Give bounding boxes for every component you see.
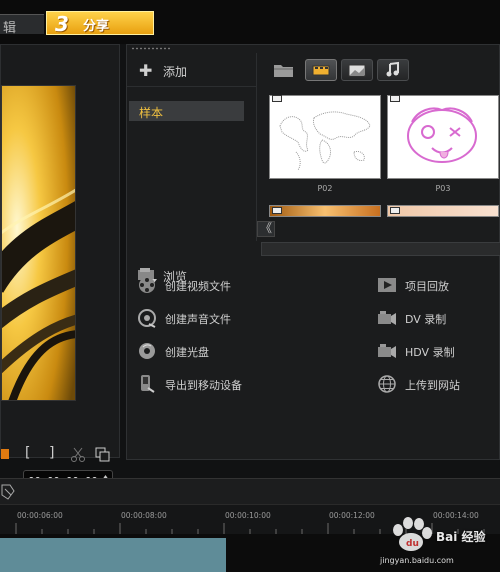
svg-text:du: du	[406, 539, 419, 549]
timeline-toolbar	[0, 478, 500, 504]
copy-icon[interactable]	[95, 447, 111, 463]
folder-icon[interactable]	[273, 61, 295, 79]
ruler-tick-label: 00:00:08:00	[121, 511, 167, 520]
scissors-icon[interactable]	[71, 447, 85, 463]
thumbnail-p02[interactable]	[269, 95, 381, 179]
add-label: 添加	[163, 65, 188, 79]
paw-logo-icon: du	[393, 517, 432, 551]
video-filter-button[interactable]	[305, 59, 337, 81]
film-badge-icon	[390, 95, 400, 102]
collapse-panel-button[interactable]: 《	[257, 221, 275, 237]
library-toolbar	[269, 57, 499, 83]
library-folder-list: ✚ 添加 样本 浏览	[127, 53, 257, 284]
play-marker-icon[interactable]	[1, 449, 9, 459]
hdv-camera-icon	[378, 344, 396, 358]
image-icon	[348, 64, 366, 77]
film-reel-icon	[139, 277, 155, 293]
thumbnail-partial[interactable]	[269, 205, 381, 217]
world-map-image	[279, 111, 371, 171]
action-label: HDV 录制	[405, 346, 455, 359]
film-badge-icon	[390, 207, 400, 214]
ruler-tick-label: 00:00:12:00	[329, 511, 375, 520]
mark-out-button[interactable]: ]	[49, 445, 54, 461]
dv-camera-icon	[378, 311, 396, 325]
tab-share-label: 分享	[83, 19, 110, 34]
audio-file-icon	[138, 309, 156, 328]
thumbnail-label: P02	[317, 184, 333, 193]
add-folder-button[interactable]: ✚ 添加	[127, 53, 257, 87]
timeline-clip[interactable]	[0, 538, 226, 572]
watermark-text: Bai 经验	[436, 530, 486, 544]
image-filter-button[interactable]	[341, 59, 373, 81]
action-label: 创建视频文件	[165, 280, 231, 293]
timeline-tool-icon[interactable]	[0, 483, 16, 501]
step-number: 3	[55, 12, 69, 36]
panel-grip[interactable]	[131, 47, 171, 50]
thumbnail-partial[interactable]	[387, 205, 499, 217]
audio-filter-button[interactable]	[377, 59, 409, 81]
folder-item-samples[interactable]: 样本	[129, 101, 244, 121]
folder-item-label: 样本	[139, 106, 164, 120]
tab-edit-label: 辑	[3, 21, 17, 36]
tab-edit[interactable]: 辑	[0, 14, 44, 36]
watermark-url: jingyan.baidu.com	[380, 556, 454, 565]
panel-divider[interactable]	[261, 242, 500, 256]
tab-share[interactable]: 3 分享	[46, 11, 154, 36]
cartoon-face-image	[407, 107, 477, 163]
video-filmstrip-icon	[312, 65, 330, 76]
music-note-icon	[386, 61, 399, 77]
action-label: 项目回放	[405, 280, 449, 293]
baidu-jingyan-watermark: du Bai 经验 jingyan.baidu.com	[380, 514, 498, 568]
preview-panel: [ ] 00:00:00:00	[0, 44, 120, 494]
action-label: DV 录制	[405, 313, 447, 326]
playback-icon	[378, 278, 396, 292]
film-badge-icon	[272, 207, 282, 214]
library-panel: ✚ 添加 样本 浏览 P02 P03 《 创建视频文件 创建声音文件 创建光盘 …	[126, 44, 500, 460]
thumbnail-label: P03	[435, 184, 451, 193]
ruler-tick-label: 00:00:06:00	[17, 511, 63, 520]
action-label: 导出到移动设备	[165, 379, 242, 392]
preview-screen	[1, 85, 76, 401]
step-bar: 辑 3 分享	[0, 0, 500, 44]
plus-icon: ✚	[139, 61, 153, 80]
mobile-device-icon	[141, 375, 155, 393]
ruler-tick-label: 00:00:10:00	[225, 511, 271, 520]
film-badge-icon	[272, 95, 282, 102]
thumbnail-p03[interactable]	[387, 95, 499, 179]
playback-controls: [ ]	[1, 443, 121, 467]
preview-frame-image	[2, 86, 75, 400]
mark-in-button[interactable]: [	[25, 445, 30, 461]
action-label: 上传到网站	[405, 379, 460, 392]
globe-icon	[378, 375, 396, 393]
action-label: 创建声音文件	[165, 313, 231, 326]
video-editor-window: 辑 3 分享 [] ✚ 添加 样本 浏览 P02 P03 《 创建视频文件 创…	[0, 0, 500, 572]
share-actions: 创建视频文件 创建声音文件 创建光盘 导出到移动设备 项目回放 DV 录制 HD…	[127, 267, 500, 457]
action-label: 创建光盘	[165, 346, 209, 359]
disc-icon	[139, 343, 155, 359]
